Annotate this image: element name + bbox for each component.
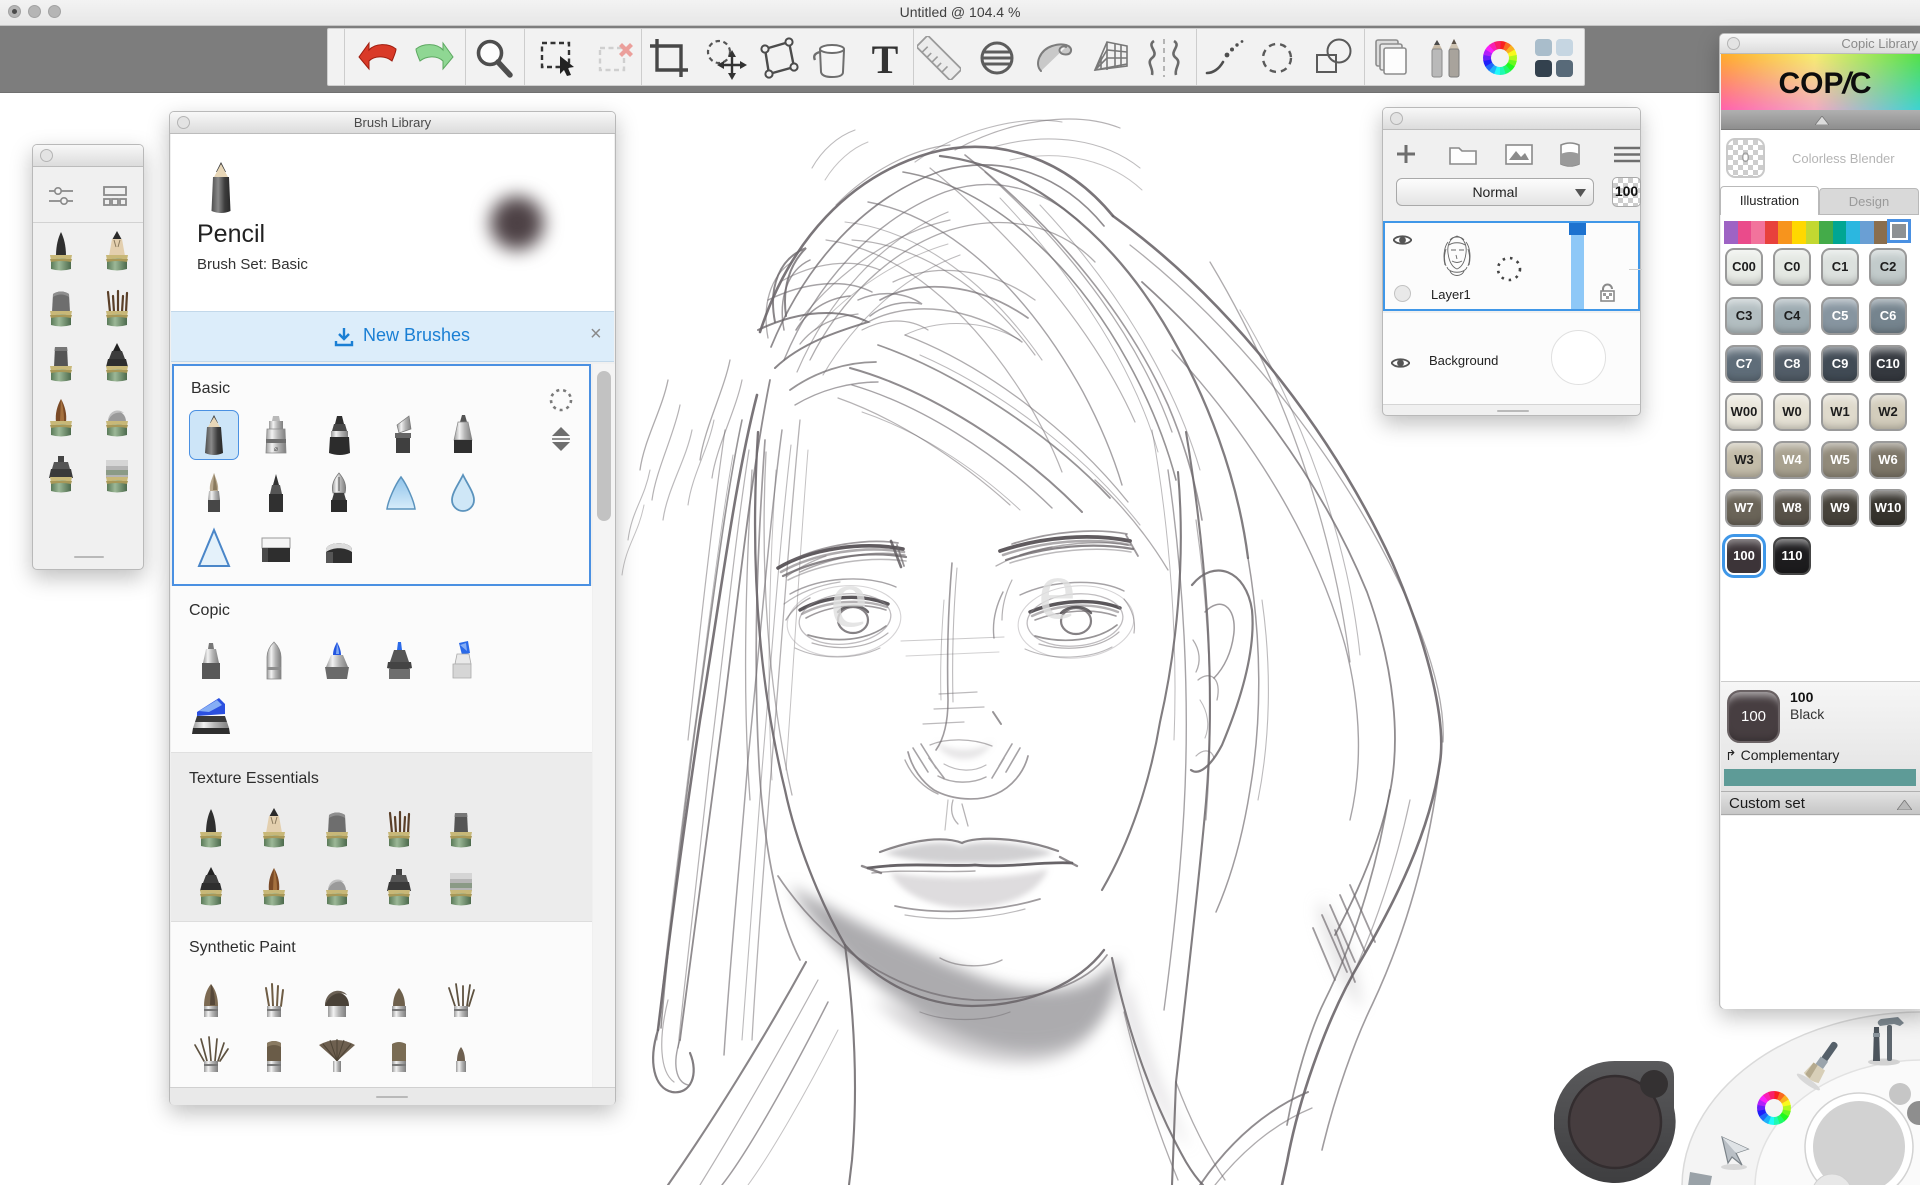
- svg-text:T: T: [872, 37, 899, 80]
- svg-text:e: e: [1038, 543, 1076, 637]
- svg-text:COP/C: COP/C: [1778, 67, 1871, 100]
- svg-text:e: e: [830, 551, 868, 645]
